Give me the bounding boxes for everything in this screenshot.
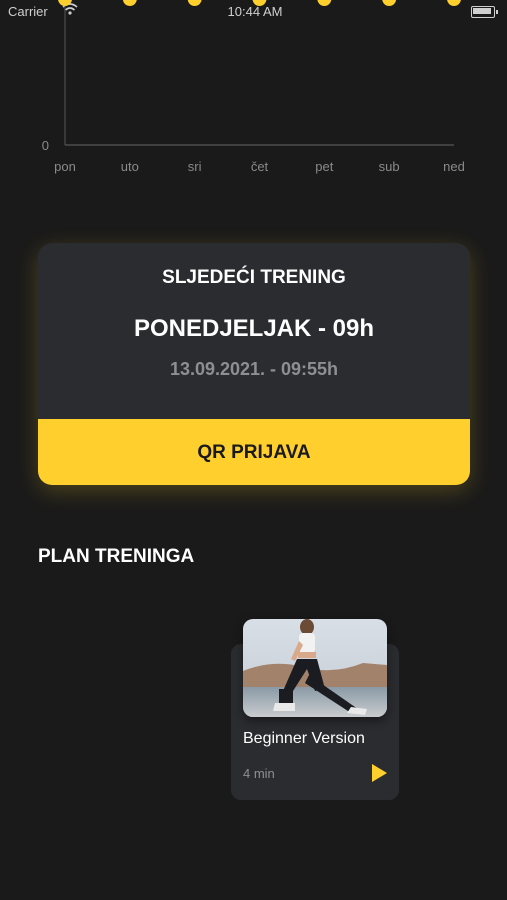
- next-training-day: PONEDJELJAK - 09h: [133, 315, 375, 342]
- chart-x-tick-label: uto: [121, 159, 139, 174]
- chart-point: [447, 0, 461, 6]
- next-training-title: SLJEDEĆI TRENING: [162, 267, 346, 288]
- chart-x-tick-label: sri: [188, 159, 202, 174]
- workout-thumbnail[interactable]: [243, 619, 387, 717]
- weekly-chart: 0 pon uto sri čet pet sub ned: [0, 0, 507, 190]
- workout-duration: 4 min: [243, 766, 275, 781]
- chart-point: [252, 0, 267, 6]
- chart-point: [122, 0, 137, 6]
- chart-x-tick-label: pet: [315, 159, 333, 174]
- play-icon[interactable]: [369, 763, 389, 783]
- chart-y-tick-label: 0: [42, 138, 49, 153]
- chart-canvas: 0 pon uto sri čet pet sub ned: [42, 0, 465, 174]
- chart-x-tick-label: čet: [251, 159, 269, 174]
- chart-point: [187, 0, 202, 6]
- chart-point: [317, 0, 332, 6]
- chart-x-tick-label: pon: [54, 159, 76, 174]
- plan-section-title: PLAN TRENINGA: [38, 546, 195, 567]
- chart-point: [382, 0, 397, 6]
- chart-x-tick-label: ned: [443, 159, 465, 174]
- chart-x-tick-label: sub: [379, 159, 400, 174]
- next-training-card: SLJEDEĆI TRENING PONEDJELJAK - 09h 13.09…: [38, 243, 470, 485]
- workout-name: Beginner Version: [243, 730, 365, 747]
- qr-checkin-button[interactable]: QR PRIJAVA: [38, 419, 470, 485]
- next-training-date: 13.09.2021. - 09:55h: [169, 359, 339, 379]
- workout-photo: [243, 619, 387, 717]
- training-screen: Carrier 10:44 AM 0 pon uto sri čet pet sub ned …: [0, 0, 507, 900]
- chart-point: [58, 0, 72, 6]
